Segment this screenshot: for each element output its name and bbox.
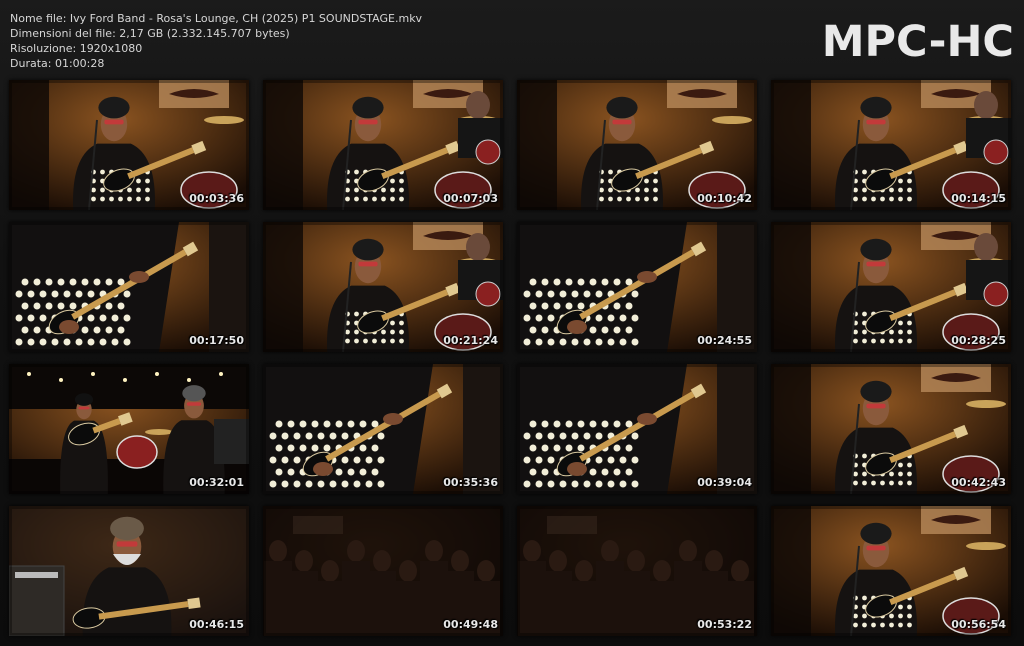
timestamp: 00:46:15 (189, 618, 244, 631)
timestamp: 00:35:36 (443, 476, 498, 489)
frame-image (263, 80, 503, 210)
thumbnail: 00:21:24 (263, 222, 503, 352)
thumbnail: 00:32:01 (9, 364, 249, 494)
file-name-label: Nome file: Ivy Ford Band - Rosa's Lounge… (10, 12, 423, 25)
timestamp: 00:39:04 (697, 476, 752, 489)
timestamp: 00:28:25 (951, 334, 1006, 347)
timestamp: 00:07:03 (443, 192, 498, 205)
frame-image (517, 506, 757, 636)
frame-image (771, 80, 1011, 210)
timestamp: 00:14:15 (951, 192, 1006, 205)
frame-image (9, 506, 249, 636)
thumbnail: 00:17:50 (9, 222, 249, 352)
frame-image (9, 80, 249, 210)
timestamp: 00:17:50 (189, 334, 244, 347)
thumbnail: 00:14:15 (771, 80, 1011, 210)
frame-image (263, 506, 503, 636)
thumbnail: 00:49:48 (263, 506, 503, 636)
thumbnail: 00:53:22 (517, 506, 757, 636)
timestamp: 00:53:22 (697, 618, 752, 631)
thumbnail: 00:10:42 (517, 80, 757, 210)
timestamp: 00:10:42 (697, 192, 752, 205)
frame-image (771, 364, 1011, 494)
thumbnail: 00:03:36 (9, 80, 249, 210)
duration-label: Durata: 01:00:28 (10, 57, 105, 70)
frame-image (771, 222, 1011, 352)
thumbnail-grid: 00:03:36 00:07:03 00:10:42 00:14:15 00:1… (9, 80, 1011, 636)
thumbnail: 00:28:25 (771, 222, 1011, 352)
thumbnail: 00:56:54 (771, 506, 1011, 636)
thumbnail: 00:07:03 (263, 80, 503, 210)
frame-image (517, 364, 757, 494)
frame-image (9, 222, 249, 352)
timestamp: 00:24:55 (697, 334, 752, 347)
timestamp: 00:56:54 (951, 618, 1006, 631)
file-info-panel: Nome file: Ivy Ford Band - Rosa's Lounge… (10, 11, 422, 71)
frame-image (9, 364, 249, 494)
timestamp: 00:42:43 (951, 476, 1006, 489)
thumbnail: 00:35:36 (263, 364, 503, 494)
thumbnail: 00:42:43 (771, 364, 1011, 494)
resolution-label: Risoluzione: 1920x1080 (10, 42, 143, 55)
thumbnail: 00:24:55 (517, 222, 757, 352)
frame-image (263, 222, 503, 352)
frame-image (517, 222, 757, 352)
file-size-label: Dimensioni del file: 2,17 GB (2.332.145.… (10, 27, 290, 40)
timestamp: 00:32:01 (189, 476, 244, 489)
mpc-hc-logo: MPC-HC (821, 17, 1014, 67)
frame-image (517, 80, 757, 210)
timestamp: 00:49:48 (443, 618, 498, 631)
frame-image (263, 364, 503, 494)
timestamp: 00:21:24 (443, 334, 498, 347)
timestamp: 00:03:36 (189, 192, 244, 205)
frame-image (771, 506, 1011, 636)
thumbnail: 00:46:15 (9, 506, 249, 636)
thumbnail: 00:39:04 (517, 364, 757, 494)
